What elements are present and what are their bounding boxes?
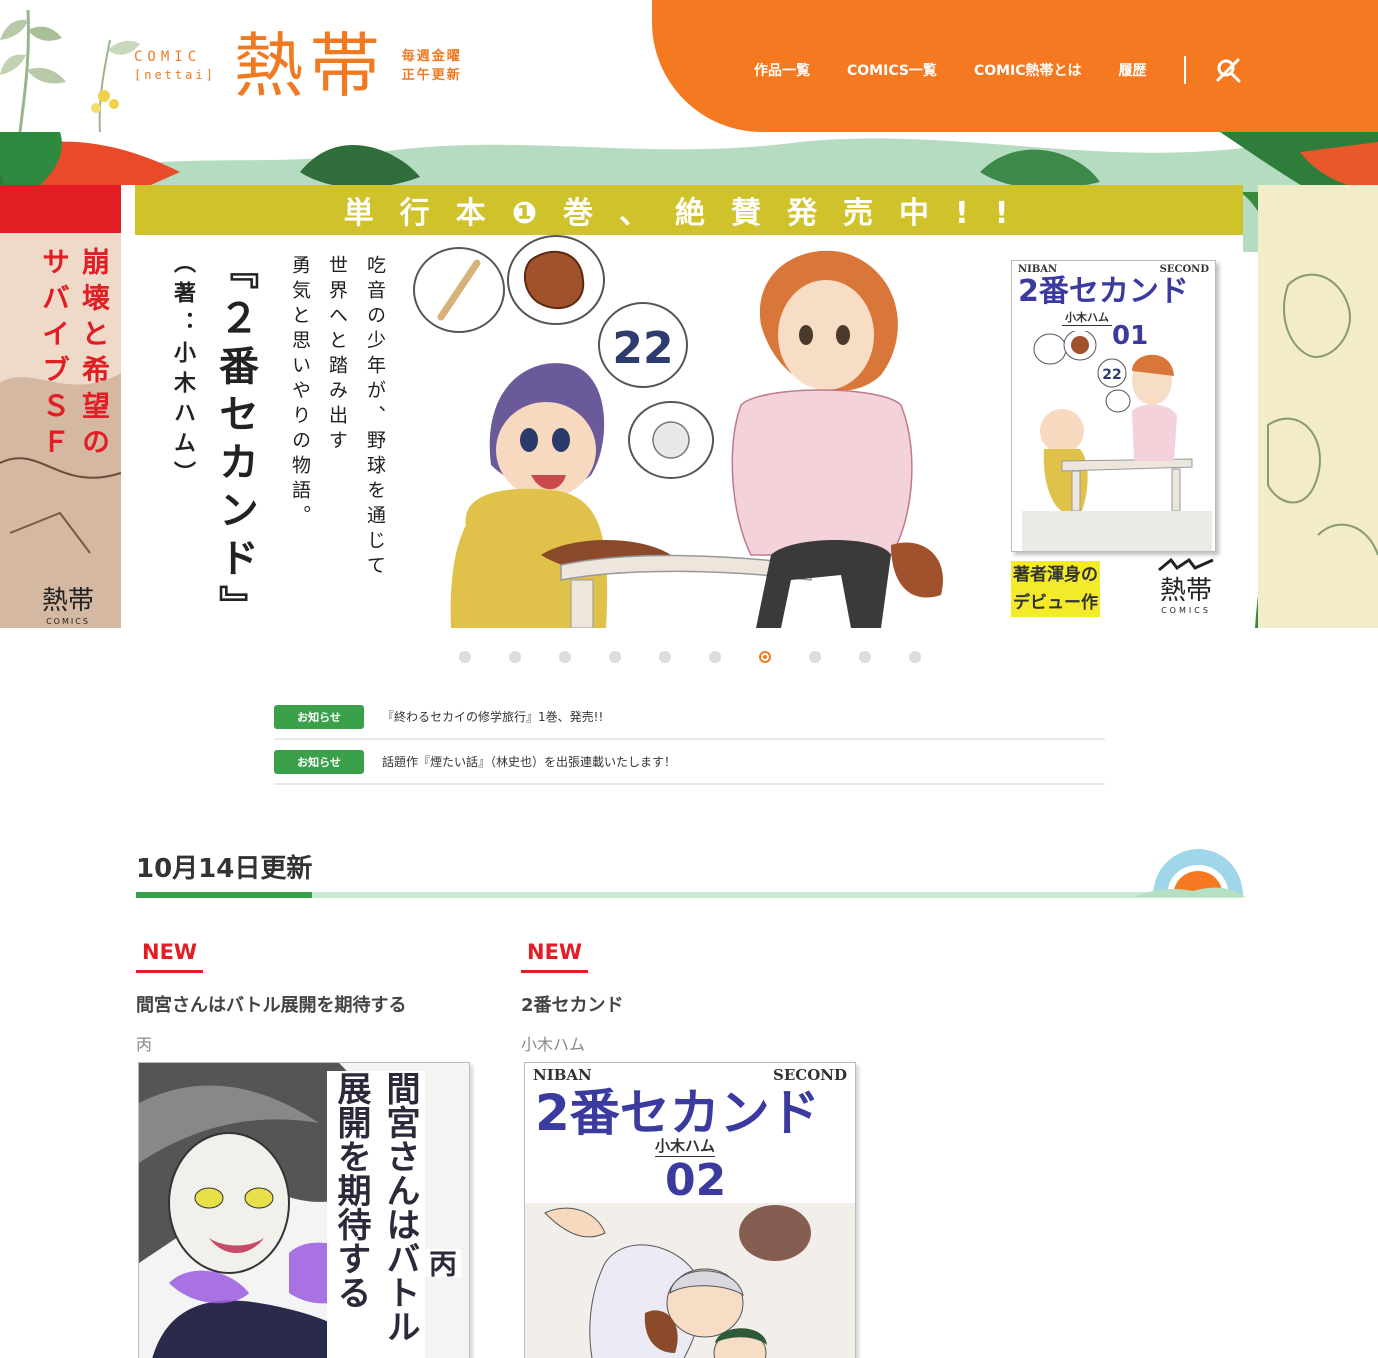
logo-comic-line2: [nettai]: [134, 68, 216, 82]
update-section-title: 10月14日更新: [136, 854, 313, 884]
nav-about[interactable]: COMIC熱帯とは: [974, 60, 1082, 80]
logo-kanji: 熱帯: [233, 25, 386, 107]
nettai-comics-logo: 熱帯 COMICS: [1157, 557, 1215, 615]
card-title[interactable]: 間宮さんはバトル展開を期待する: [136, 991, 407, 1017]
hero-headline: 単行本❶巻、絶賛発売中!!: [343, 196, 1035, 231]
carousel-dot[interactable]: [459, 651, 471, 663]
logo-mark-icon: [1158, 557, 1214, 572]
side-banner-text-2: サバイブＳＦ: [38, 247, 71, 463]
hero-banner[interactable]: 単行本❶巻、絶賛発売中!! 吃音の少年が、野球を通じて 世界へと踏み出す 勇気と…: [121, 185, 1243, 628]
carousel-dot[interactable]: [859, 651, 871, 663]
logo-schedule: 毎週金曜 正午更新: [402, 47, 462, 85]
site-header: COMIC [nettai] 熱帯 毎週金曜 正午更新 作品一覧 COMICS一…: [0, 0, 1378, 132]
carousel-dot[interactable]: [909, 651, 921, 663]
new-badge: NEW: [136, 940, 204, 973]
new-badge: NEW: [521, 940, 589, 973]
carousel-dot[interactable]: [609, 651, 621, 663]
debut-line-2: デビュー作: [1011, 589, 1100, 617]
nav-history[interactable]: 履歴: [1119, 60, 1147, 80]
update-card[interactable]: NEW 2番セカンド 小木ハム NIBAN SECOND 2番セカンド 小木ハム…: [521, 940, 856, 1358]
nav-divider: [1183, 56, 1186, 84]
card-cover-second: SECOND: [773, 1066, 847, 1084]
tropical-plants-decoration: [0, 9, 140, 132]
site-logo[interactable]: COMIC [nettai] 熱帯 毎週金曜 正午更新: [134, 26, 462, 106]
nav-comics-list[interactable]: COMICS一覧: [847, 60, 937, 80]
volume-1-cover[interactable]: NIBAN SECOND 2番セカンド 小木ハム 22 01: [1011, 260, 1216, 552]
card-cover-author: 小木ハム: [655, 1137, 716, 1157]
card-cover-author: 丙: [421, 1249, 461, 1277]
carousel-dot[interactable]: [659, 651, 671, 663]
news-text[interactable]: 話題作『煙たい話』（林史也）を出張連載いたします！: [382, 753, 676, 770]
card-cover-title: 間宮さんはバトル展開を期待する: [327, 1071, 425, 1358]
nav-works-list[interactable]: 作品一覧: [754, 60, 810, 80]
news-list: お知らせ 『終わるセカイの修学旅行』1巻、発売!! お知らせ 話題作『煙たい話』…: [274, 695, 1105, 785]
card-cover-niban: NIBAN: [533, 1066, 592, 1084]
hero-title: 『２番セカンド』: [212, 249, 258, 628]
carousel-dot[interactable]: [509, 651, 521, 663]
news-item[interactable]: お知らせ 話題作『煙たい話』（林史也）を出張連載いたします！: [274, 740, 1105, 785]
logo-comic-line1: COMIC: [134, 49, 202, 65]
update-card[interactable]: NEW 間宮さんはバトル展開を期待する 丙 間宮さんはバトル展開を期待する 丙: [136, 940, 470, 1358]
card-author: 丙: [136, 1035, 153, 1054]
news-item[interactable]: お知らせ 『終わるセカイの修学旅行』1巻、発売!!: [274, 695, 1105, 740]
side-banner-right-illustration: [1258, 185, 1378, 628]
main-nav: 作品一覧 COMICS一覧 COMIC熱帯とは 履歴: [754, 56, 1242, 84]
side-banner-logo: 熱帯 COMICS: [42, 580, 94, 626]
nettai-logo-kanji: 熱帯: [1159, 576, 1212, 606]
carousel-dot[interactable]: [809, 651, 821, 663]
volume-1-cover-art: 22: [1022, 331, 1212, 551]
carousel-dot-active[interactable]: [759, 651, 771, 663]
card-cover[interactable]: 間宮さんはバトル展開を期待する 丙: [138, 1062, 470, 1358]
cover-author: 小木ハム: [1062, 309, 1112, 326]
schedule-line2: 正午更新: [401, 68, 462, 83]
hero-description-2: 世界へと踏み出す: [326, 255, 348, 455]
side-banner-red-band: [0, 185, 121, 233]
nettai-logo-sub: COMICS: [1161, 606, 1211, 615]
svg-text:22: 22: [612, 323, 673, 374]
hero-illustration: 22: [413, 235, 943, 628]
cover-volume: 01: [1112, 321, 1149, 351]
side-banner-left[interactable]: 崩壊と希望の サバイブＳＦ 熱帯 COMICS: [0, 185, 121, 628]
cover-title: 2番セカンド: [1018, 274, 1189, 309]
side-banner-text-1: 崩壊と希望の: [78, 247, 111, 463]
hero-headline-bar: 単行本❶巻、絶賛発売中!!: [135, 185, 1243, 235]
hero-description-1: 吃音の少年が、野球を通じて: [364, 255, 386, 580]
side-banner-right[interactable]: [1258, 185, 1378, 628]
side-banner-logo-kanji: 熱帯: [42, 586, 95, 616]
card-author: 小木ハム: [521, 1035, 586, 1054]
debut-line-1: 著者渾身の: [1011, 561, 1100, 589]
carousel-dot[interactable]: [709, 651, 721, 663]
update-section-underline: [136, 892, 1243, 898]
sunrise-icon: [1133, 849, 1245, 897]
search-icon[interactable]: [1214, 56, 1242, 84]
news-text[interactable]: 『終わるセカイの修学旅行』1巻、発売!!: [382, 708, 603, 725]
card-cover-volume: 02: [665, 1155, 727, 1206]
card-cover[interactable]: NIBAN SECOND 2番セカンド 小木ハム 02: [524, 1062, 856, 1358]
news-tag: お知らせ: [274, 749, 364, 774]
carousel-dots: [459, 651, 959, 663]
hero-author: （著：小木ハム）: [170, 251, 195, 491]
card-cover-art: [525, 1203, 855, 1358]
volume-1-cover-header: NIBAN SECOND: [1012, 261, 1215, 275]
update-section-underline-accent: [136, 892, 312, 898]
card-cover-title: 2番セカンド: [535, 1084, 820, 1142]
side-banner-logo-sub: COMICS: [46, 617, 90, 626]
carousel-dot[interactable]: [559, 651, 571, 663]
debut-caption: 著者渾身の デビュー作: [1011, 561, 1100, 617]
hero-description-3: 勇気と思いやりの物語。: [289, 255, 311, 530]
logo-comic-text: COMIC [nettai]: [134, 48, 216, 84]
news-tag: お知らせ: [274, 704, 364, 729]
schedule-line1: 毎週金曜: [401, 49, 462, 64]
cover-bubble-number: 22: [1102, 367, 1121, 383]
card-title[interactable]: 2番セカンド: [521, 991, 624, 1017]
